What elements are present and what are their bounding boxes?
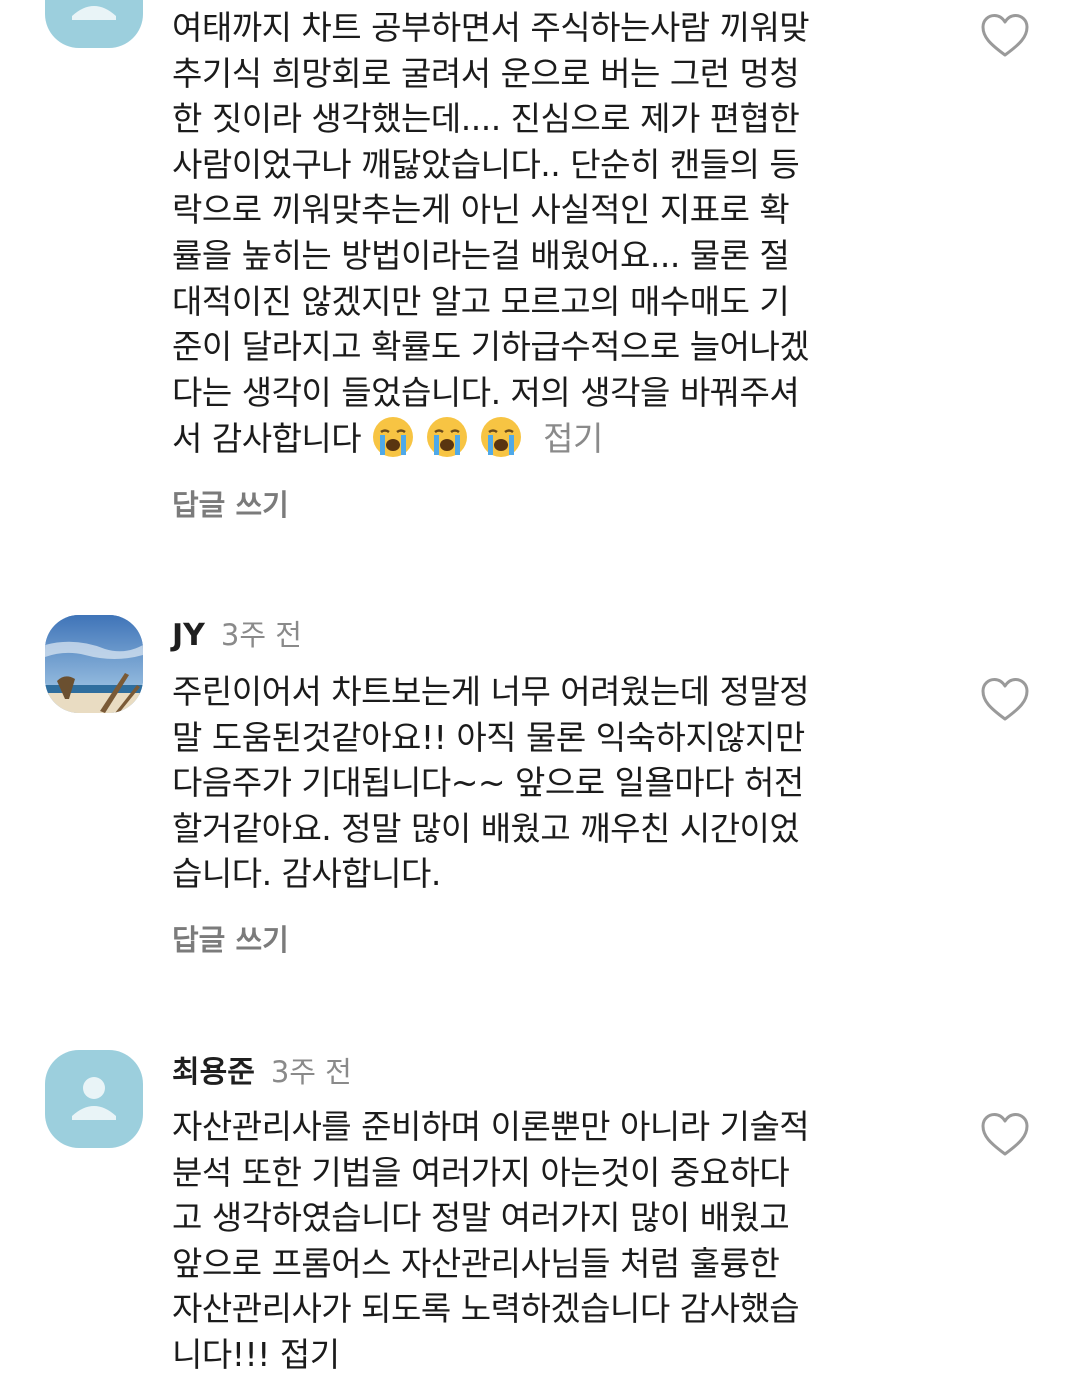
avatar[interactable]: [45, 0, 143, 48]
comment-line: 할거같아요. 정말 많이 배웠고 깨우친 시간이었: [172, 808, 800, 848]
avatar[interactable]: [45, 615, 143, 713]
comment-line: 자산관리사를 준비하며 이론뿐만 아니라 기술적: [172, 1107, 810, 1146]
comment-text: 주린이어서 차트보는게 너무 어려웠는데 정말정 말 도움된것같아요!! 아직 …: [172, 669, 892, 897]
comment-time: 3주 전: [270, 1055, 352, 1089]
comment-line: 준이 달라지고 확률도 기하급수적으로 늘어나겠: [172, 327, 810, 367]
default-avatar-icon: [72, 6, 116, 20]
comment-line: 다음주가 기대됩니다~~ 앞으로 일욜마다 허전: [172, 763, 804, 803]
reply-button[interactable]: 답글 쓰기: [172, 482, 289, 524]
comment-time: 3주 전: [220, 618, 302, 652]
comment-line: 다는 생각이 들었습니다. 저의 생각을 바꿔주셔: [172, 372, 800, 412]
like-button[interactable]: [980, 1112, 1030, 1158]
heart-outline-icon: [981, 14, 1029, 57]
author-name[interactable]: JY: [172, 618, 205, 653]
crying-face-emoji-icon: [427, 417, 468, 458]
comment-line: 분석 또한 기법을 여러가지 아는것이 중요하다: [172, 1152, 790, 1192]
comment-line: 대적이진 않겠지만 알고 모르고의 매수매도 기: [172, 281, 790, 321]
collapse-link[interactable]: 접기: [543, 419, 603, 458]
comment-meta: 최용준 3주 전: [172, 1047, 352, 1090]
reply-button[interactable]: 답글 쓰기: [172, 917, 289, 959]
comment-line: 추기식 희망회로 굴려서 운으로 버는 그런 멍청: [172, 53, 800, 93]
comment-text: 자산관리사를 준비하며 이론뿐만 아니라 기술적 분석 또한 기법을 여러가지 …: [172, 1104, 892, 1378]
like-button[interactable]: [980, 13, 1030, 59]
comment-meta: JY 3주 전: [172, 612, 302, 653]
comment-line: 락으로 끼워맞추는게 아닌 사실적인 지표로 확: [172, 190, 790, 230]
comment-line: 사람이었구나 깨닳았습니다.. 단순히 캔들의 등: [172, 144, 800, 184]
comment-line-text: 서 감사합니다: [172, 419, 362, 459]
heart-outline-icon: [981, 1113, 1029, 1156]
comment-line: 앞으로 프롬어스 자산관리사님들 처럼 훌륭한: [172, 1243, 780, 1283]
avatar[interactable]: [45, 1050, 143, 1148]
beach-photo-avatar: [45, 615, 143, 713]
comment-line: 자산관리사가 되도록 노력하겠습니다 감사했습: [172, 1289, 800, 1329]
heart-outline-icon: [981, 678, 1029, 721]
author-name[interactable]: 최용준: [172, 1047, 255, 1091]
like-button[interactable]: [980, 677, 1030, 723]
comment-line: 여태까지 차트 공부하면서 주식하는사람 끼워맞: [172, 8, 810, 47]
comment-line: 니다!!! 접기: [172, 1334, 340, 1374]
comment-line: 말 도움된것같아요!! 아직 물론 익숙하지않지만: [172, 717, 805, 757]
comment-line: 률을 높히는 방법이라는걸 배웠어요... 물론 절: [172, 235, 790, 275]
comment-line-last: 서 감사합니다 접기: [172, 415, 892, 461]
comment-line: 주린이어서 차트보는게 너무 어려웠는데 정말정: [172, 672, 810, 711]
comment-line: 습니다. 감사합니다.: [172, 854, 441, 894]
comment-text: 여태까지 차트 공부하면서 주식하는사람 끼워맞 추기식 희망회로 굴려서 운으…: [172, 5, 892, 461]
default-avatar-icon: [72, 1077, 116, 1120]
comment-line: 고 생각하였습니다 정말 여러가지 많이 배웠고: [172, 1198, 790, 1238]
crying-face-emoji-icon: [481, 417, 522, 458]
comment-line: 한 짓이라 생각했는데.... 진심으로 제가 편협한: [172, 99, 800, 139]
crying-face-emoji-icon: [373, 417, 414, 458]
